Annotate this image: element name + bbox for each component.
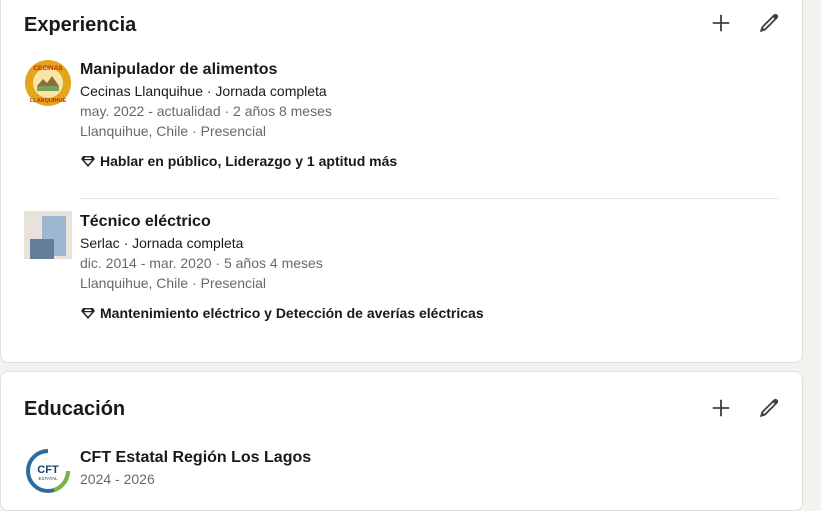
job-title[interactable]: Técnico eléctrico [80,211,779,233]
date-range: dic. 2014 - mar. 2020 · 5 años 4 meses [80,255,323,271]
experience-title: Experiencia [24,14,137,36]
add-experience-button[interactable] [705,7,737,39]
edit-education-button[interactable] [753,392,785,424]
education-dates: 2024 - 2026 [80,471,155,487]
svg-text:CECINAS: CECINAS [33,65,63,72]
diamond-icon [80,305,96,321]
plus-icon [712,399,730,417]
location: Llanquihue, Chile · Presencial [80,123,266,139]
divider [80,198,779,199]
experience-section: Experiencia CECINAS LLANQUIHUE Manipulad… [0,0,803,363]
company-employment: Serlac · Jornada completa [80,235,244,251]
company-employment: Cecinas Llanquihue · Jornada completa [80,83,327,99]
pencil-icon [759,398,779,418]
svg-text:CFT: CFT [37,464,59,476]
experience-item: CECINAS LLANQUIHUE Manipulador de alimen… [24,59,779,179]
skills-text: Hablar en público, Liderazgo y 1 aptitud… [100,153,398,169]
school-name[interactable]: CFT Estatal Región Los Lagos [80,447,779,469]
location: Llanquihue, Chile · Presencial [80,275,266,291]
edit-experience-button[interactable] [753,7,785,39]
skills-link[interactable]: Hablar en público, Liderazgo y 1 aptitud… [80,153,397,169]
company-logo-serlac[interactable] [24,211,72,259]
svg-text:ESTATAL: ESTATAL [38,476,58,481]
add-education-button[interactable] [705,392,737,424]
job-title[interactable]: Manipulador de alimentos [80,59,779,81]
date-range: may. 2022 - actualidad · 2 años 8 meses [80,103,332,119]
experience-item: Técnico eléctrico Serlac · Jornada compl… [24,211,779,331]
skills-text: Mantenimiento eléctrico y Detección de a… [100,305,484,321]
education-title: Educación [24,398,126,420]
education-item: CFT ESTATAL CFT Estatal Región Los Lagos… [24,447,779,507]
plus-icon [712,14,730,32]
pencil-icon [759,13,779,33]
svg-text:LLANQUIHUE: LLANQUIHUE [30,98,66,104]
skills-link[interactable]: Mantenimiento eléctrico y Detección de a… [80,305,484,321]
education-section: Educación CFT ESTATAL CFT Estatal Región… [0,371,803,511]
school-logo-cft[interactable]: CFT ESTATAL [24,447,72,495]
company-logo-cecinas[interactable]: CECINAS LLANQUIHUE [24,59,72,107]
diamond-icon [80,153,96,169]
